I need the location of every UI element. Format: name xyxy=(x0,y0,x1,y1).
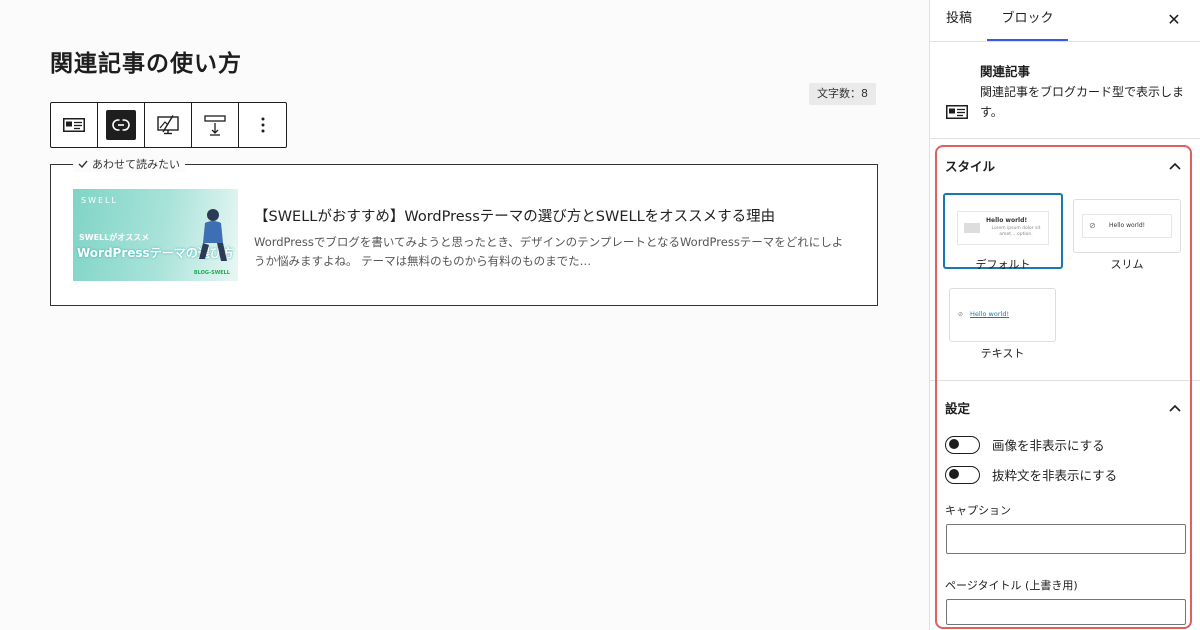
char-count-badge: 文字数：8 xyxy=(809,83,876,105)
style-panel-title: スタイル xyxy=(945,159,996,174)
related-post-icon xyxy=(59,110,89,140)
related-post-title[interactable]: 【SWELLがおすすめ】WordPressテーマの選び方とSWELLをオススメす… xyxy=(254,205,775,226)
style-panel-header[interactable]: スタイル xyxy=(945,156,1181,175)
thumb-footer: BLOG-SWELL xyxy=(193,270,230,276)
editor-canvas: 関連記事の使い方 文字数：8 あわせて読みたい SWELL SWELLがオススメ… xyxy=(0,0,930,630)
close-sidebar-button[interactable]: ✕ xyxy=(1164,10,1184,30)
preview-card: Hello world! Lorem ipsum dolor sit amet…… xyxy=(957,211,1049,245)
tab-post[interactable]: 投稿 xyxy=(946,0,972,41)
link-button[interactable] xyxy=(98,103,145,147)
image-off-icon xyxy=(153,110,183,140)
swell-logo: SWELL xyxy=(81,196,118,205)
caption-text: あわせて読みたい xyxy=(92,158,180,171)
caption-field-label: キャプション xyxy=(945,504,1011,517)
related-post-excerpt: WordPressでブログを書いてみようと思ったとき、デザインのテンプレートとな… xyxy=(254,235,844,268)
tab-block[interactable]: ブロック xyxy=(987,0,1068,41)
preview-link: Hello world! xyxy=(970,310,1010,318)
close-icon: ✕ xyxy=(1167,10,1181,29)
page-title-input[interactable] xyxy=(946,599,1186,625)
style-preview-slim: ⊘ Hello world! xyxy=(1073,199,1181,253)
hide-image-toggle[interactable] xyxy=(945,435,980,454)
hide-image-button[interactable] xyxy=(145,103,192,147)
page-title-field-label: ページタイトル (上書き用) xyxy=(945,579,1078,592)
thumb-subtitle: SWELLがオススメ xyxy=(79,233,150,242)
block-name: 関連記事 xyxy=(980,64,1031,79)
block-toolbar xyxy=(50,102,287,148)
link-icon xyxy=(106,110,136,140)
kebab-menu-icon xyxy=(248,110,278,140)
spacing-button[interactable] xyxy=(192,103,239,147)
settings-panel-title: 設定 xyxy=(945,401,971,416)
preview-title: Hello world! xyxy=(1109,222,1146,229)
style-preview-text: ⊘ Hello world! xyxy=(949,288,1056,342)
related-post-card[interactable]: あわせて読みたい SWELL SWELLがオススメ WordPressテーマの選… xyxy=(50,156,878,306)
preview-card: ⊘ Hello world! xyxy=(1082,214,1172,238)
sidebar-tabs: 投稿 ブロック ✕ xyxy=(930,0,1200,42)
hide-excerpt-toggle[interactable] xyxy=(945,465,980,484)
style-option-text[interactable]: ⊘ Hello world! テキスト xyxy=(949,288,1056,360)
more-options-button[interactable] xyxy=(239,103,286,147)
caption-input[interactable] xyxy=(946,524,1186,554)
hide-image-toggle-row: 画像を非表示にする xyxy=(945,435,1105,454)
person-illustration xyxy=(199,209,227,261)
post-thumbnail: SWELL SWELLがオススメ WordPressテーマの選び方 BLOG-S… xyxy=(73,189,238,281)
hide-excerpt-label: 抜粋文を非表示にする xyxy=(992,468,1118,483)
style-label-text: テキスト xyxy=(980,347,1025,360)
block-type-button[interactable] xyxy=(51,103,98,147)
hide-excerpt-toggle-row: 抜粋文を非表示にする xyxy=(945,465,1117,484)
preview-text: Lorem ipsum dolor sit amet… option. xyxy=(991,226,1041,237)
link-icon: ⊘ xyxy=(958,311,964,318)
style-option-slim[interactable]: ⊘ Hello world! スリム xyxy=(1073,199,1181,271)
link-icon: ⊘ xyxy=(1089,221,1096,230)
style-label-slim: スリム xyxy=(1110,258,1144,271)
style-label-default: デフォルト xyxy=(975,258,1031,271)
panel-divider xyxy=(930,380,1200,381)
preview-thumb xyxy=(964,223,980,233)
style-option-default[interactable]: Hello world! Lorem ipsum dolor sit amet…… xyxy=(943,193,1063,271)
preview-title: Hello world! xyxy=(986,217,1028,224)
hide-image-label: 画像を非表示にする xyxy=(992,438,1105,453)
block-description: 関連記事をブログカード型で表示します。 xyxy=(980,85,1185,119)
settings-panel-header[interactable]: 設定 xyxy=(945,398,1181,417)
related-caption: あわせて読みたい xyxy=(73,156,185,172)
related-post-icon xyxy=(946,104,968,123)
chevron-up-icon xyxy=(1169,158,1181,173)
chevron-up-icon xyxy=(1169,400,1181,415)
check-icon xyxy=(78,158,88,171)
page-title[interactable]: 関連記事の使い方 xyxy=(50,44,242,78)
vertical-spacing-icon xyxy=(200,110,230,140)
